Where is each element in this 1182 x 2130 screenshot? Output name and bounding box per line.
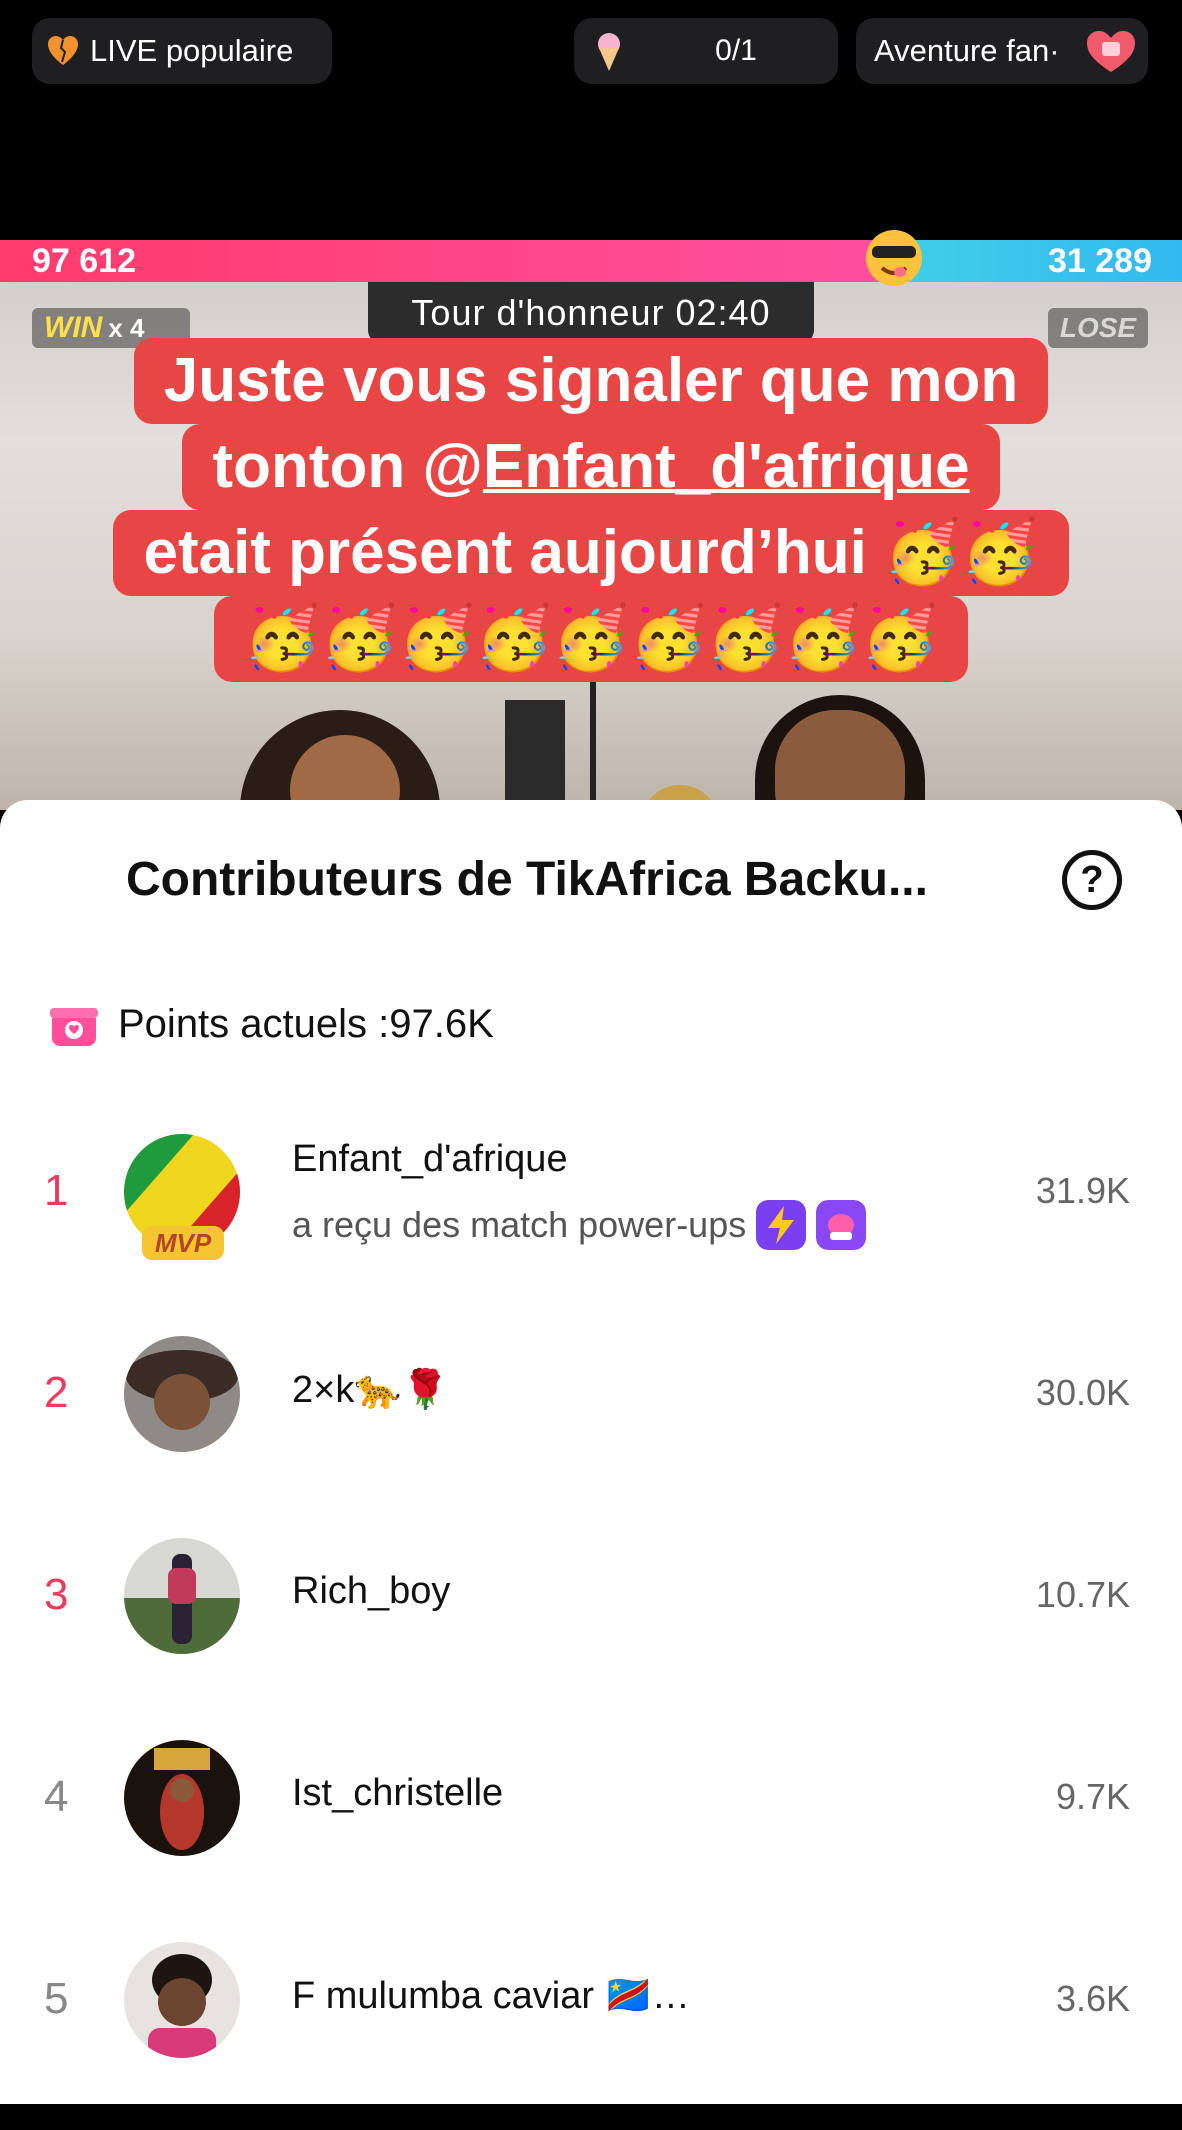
live-popular-label: LIVE populaire bbox=[90, 33, 294, 68]
host-right-face bbox=[775, 710, 905, 810]
goal-counter-button[interactable]: 0/1 bbox=[574, 18, 838, 84]
glove-icon bbox=[816, 1200, 867, 1250]
powerups-text: a reçu des match power-ups bbox=[292, 1204, 747, 1245]
mvp-badge: MVP bbox=[142, 1226, 224, 1260]
caption-line-2-prefix: tonton @ bbox=[212, 432, 483, 501]
contributor-row[interactable]: 4 Ist_christelle 9.7K bbox=[0, 1726, 1182, 1928]
battle-score-bar bbox=[0, 240, 1182, 282]
caption-line-1: Juste vous signaler que mon bbox=[133, 338, 1049, 424]
avatar[interactable] bbox=[124, 1538, 240, 1654]
caption-mention-link[interactable]: Enfant_d'afrique bbox=[483, 432, 970, 501]
sheet-title: Contributeurs de TikAfrica Backu... bbox=[126, 853, 928, 906]
contributor-row[interactable]: 1 MVP Enfant_d'afrique a reçu des match … bbox=[0, 1120, 1182, 1322]
caption-line-2: tonton @Enfant_d'afrique bbox=[182, 424, 1000, 510]
contributor-row[interactable]: 5 F mulumba caviar 🇨🇩… 3.6K bbox=[0, 1928, 1182, 2130]
goal-counter-label: 0/1 bbox=[715, 34, 757, 67]
lightning-icon bbox=[756, 1200, 807, 1250]
contributor-row[interactable]: 3 Rich_boy 10.7K bbox=[0, 1524, 1182, 1726]
question-icon[interactable]: ? bbox=[1062, 850, 1122, 910]
avatar[interactable] bbox=[124, 1336, 240, 1452]
heart-gift-icon bbox=[1087, 31, 1135, 72]
rank-number: 3 bbox=[44, 1570, 69, 1619]
background-door bbox=[505, 700, 565, 810]
honor-round-timer: Tour d'honneur 02:40 bbox=[368, 282, 814, 344]
orange-heart-icon bbox=[48, 36, 78, 65]
caption-line-3: etait présent aujourd’hui 🥳🥳 bbox=[113, 510, 1069, 596]
gift-box-icon bbox=[50, 1008, 98, 1046]
contributor-points: 10.7K bbox=[1035, 1574, 1130, 1615]
avatar[interactable] bbox=[124, 1740, 240, 1856]
live-top-bar: LIVE populaire 0/1 Aventure fan· bbox=[0, 0, 1182, 240]
current-points: Points actuels :97.6K bbox=[48, 998, 494, 1050]
avatar[interactable] bbox=[124, 1942, 240, 2058]
contributors-list: 1 MVP Enfant_d'afrique a reçu des match … bbox=[0, 1120, 1182, 2130]
ice-cream-icon bbox=[598, 33, 620, 71]
contributor-name[interactable]: Rich_boy bbox=[292, 1570, 450, 1613]
left-score: 97 612 bbox=[32, 242, 136, 280]
contributor-name[interactable]: F mulumba caviar 🇨🇩… bbox=[292, 1974, 690, 2018]
cool-emoji-icon bbox=[866, 230, 922, 286]
rank-number: 2 bbox=[44, 1368, 69, 1417]
avatar-photo bbox=[124, 1740, 240, 1856]
rank-number: 5 bbox=[44, 1974, 69, 2023]
contributor-points: 9.7K bbox=[1055, 1776, 1130, 1817]
contributor-points: 3.6K bbox=[1055, 1978, 1130, 2019]
contributor-points: 31.9K bbox=[1035, 1170, 1130, 1211]
contributor-name[interactable]: Enfant_d'afrique bbox=[292, 1138, 568, 1181]
rank-number: 1 bbox=[44, 1166, 69, 1215]
contributor-name[interactable]: Ist_christelle bbox=[292, 1772, 503, 1815]
overlay-caption: Juste vous signaler que mon tonton @Enfa… bbox=[0, 338, 1182, 682]
fan-adventure-button[interactable]: Aventure fan· bbox=[856, 18, 1148, 84]
fan-adventure-label: Aventure fan· bbox=[874, 33, 1060, 68]
rank-number: 4 bbox=[44, 1772, 69, 1821]
caption-line-4: 🥳🥳🥳🥳🥳🥳🥳🥳🥳 bbox=[213, 596, 969, 682]
right-score: 31 289 bbox=[1048, 242, 1152, 280]
contributors-sheet: Contributeurs de TikAfrica Backu... ? Po… bbox=[0, 800, 1182, 2104]
contributor-subtitle: a reçu des match power-ups bbox=[292, 1200, 867, 1250]
avatar-photo bbox=[124, 1336, 240, 1452]
contributor-name[interactable]: 2×k🐆🌹 bbox=[292, 1368, 449, 1412]
live-popular-button[interactable]: LIVE populaire bbox=[32, 18, 332, 84]
avatar-photo bbox=[124, 1942, 240, 2058]
contributor-points: 30.0K bbox=[1035, 1372, 1130, 1413]
avatar-photo bbox=[124, 1538, 240, 1654]
contributor-row[interactable]: 2 2×k🐆🌹 30.0K bbox=[0, 1322, 1182, 1524]
current-points-label: Points actuels :97.6K bbox=[118, 1001, 494, 1046]
